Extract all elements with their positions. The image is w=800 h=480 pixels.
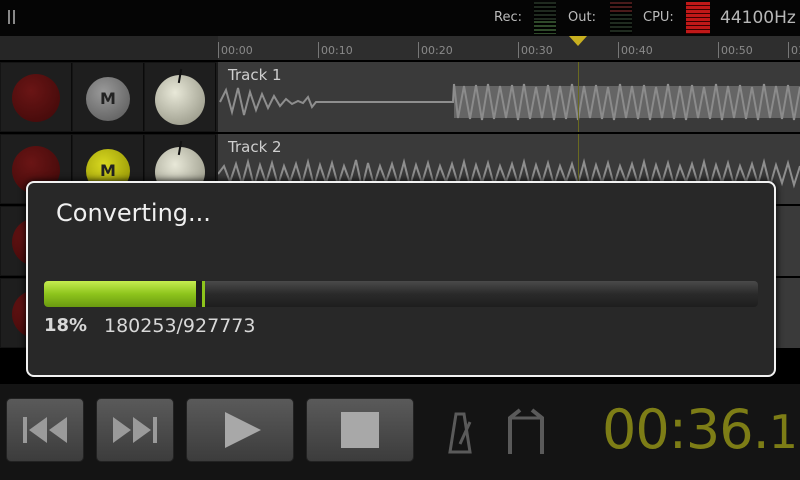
dialog-title: Converting...	[56, 199, 211, 227]
time-display: 00:36.1	[602, 398, 798, 461]
timeline-tick: 00:10	[318, 42, 353, 58]
timeline-tick: 00:20	[418, 42, 453, 58]
progress-fill	[44, 281, 196, 307]
fast-forward-button[interactable]	[96, 398, 174, 462]
play-button[interactable]	[186, 398, 294, 462]
volume-knob[interactable]	[155, 75, 205, 125]
rewind-icon	[23, 417, 67, 443]
loop-icon[interactable]	[502, 408, 550, 456]
rec-label: Rec:	[494, 10, 522, 25]
playhead-marker-icon[interactable]	[569, 36, 587, 46]
track-lane[interactable]: Track 1	[218, 62, 800, 132]
stop-button[interactable]	[306, 398, 414, 462]
time-fraction: 1	[768, 405, 798, 459]
transport-bar: 00:36.1	[0, 384, 800, 480]
out-label: Out:	[568, 10, 596, 25]
mute-button[interactable]: M	[86, 77, 130, 121]
timeline-tick: 00:00	[218, 42, 253, 58]
track-row: M Track 1	[0, 62, 800, 132]
timeline-tick: 00:50	[718, 42, 753, 58]
rewind-button[interactable]	[6, 398, 84, 462]
status-bar: Rec: Out: CPU: 44100Hz	[0, 0, 800, 36]
timeline-tick: 00:40	[618, 42, 653, 58]
progress-percent: 18%	[44, 315, 88, 336]
converting-dialog: Converting... 18% 180253/927773	[26, 181, 776, 377]
menu-handle-icon[interactable]	[8, 10, 16, 24]
record-arm-button[interactable]	[12, 74, 60, 122]
waveform	[219, 83, 800, 121]
timeline-ruler[interactable]: 00:00 00:10 00:20 00:30 00:40 00:50 01	[0, 36, 800, 60]
sample-rate: 44100Hz	[720, 8, 796, 28]
play-icon	[225, 412, 261, 448]
progress-count: 180253/927773	[104, 315, 256, 337]
fast-forward-icon	[113, 417, 157, 443]
output-level-meter	[610, 2, 632, 34]
progress-secondary-marker	[202, 281, 205, 307]
cpu-label: CPU:	[643, 10, 674, 25]
metronome-icon[interactable]	[436, 408, 484, 456]
cpu-meter	[686, 2, 710, 34]
timeline-tick: 01	[788, 42, 800, 58]
time-main: 00:36.	[602, 398, 770, 461]
progress-bar	[44, 281, 758, 307]
rec-level-meter	[534, 2, 556, 34]
timeline-tick: 00:30	[518, 42, 553, 58]
stop-icon	[341, 412, 379, 448]
